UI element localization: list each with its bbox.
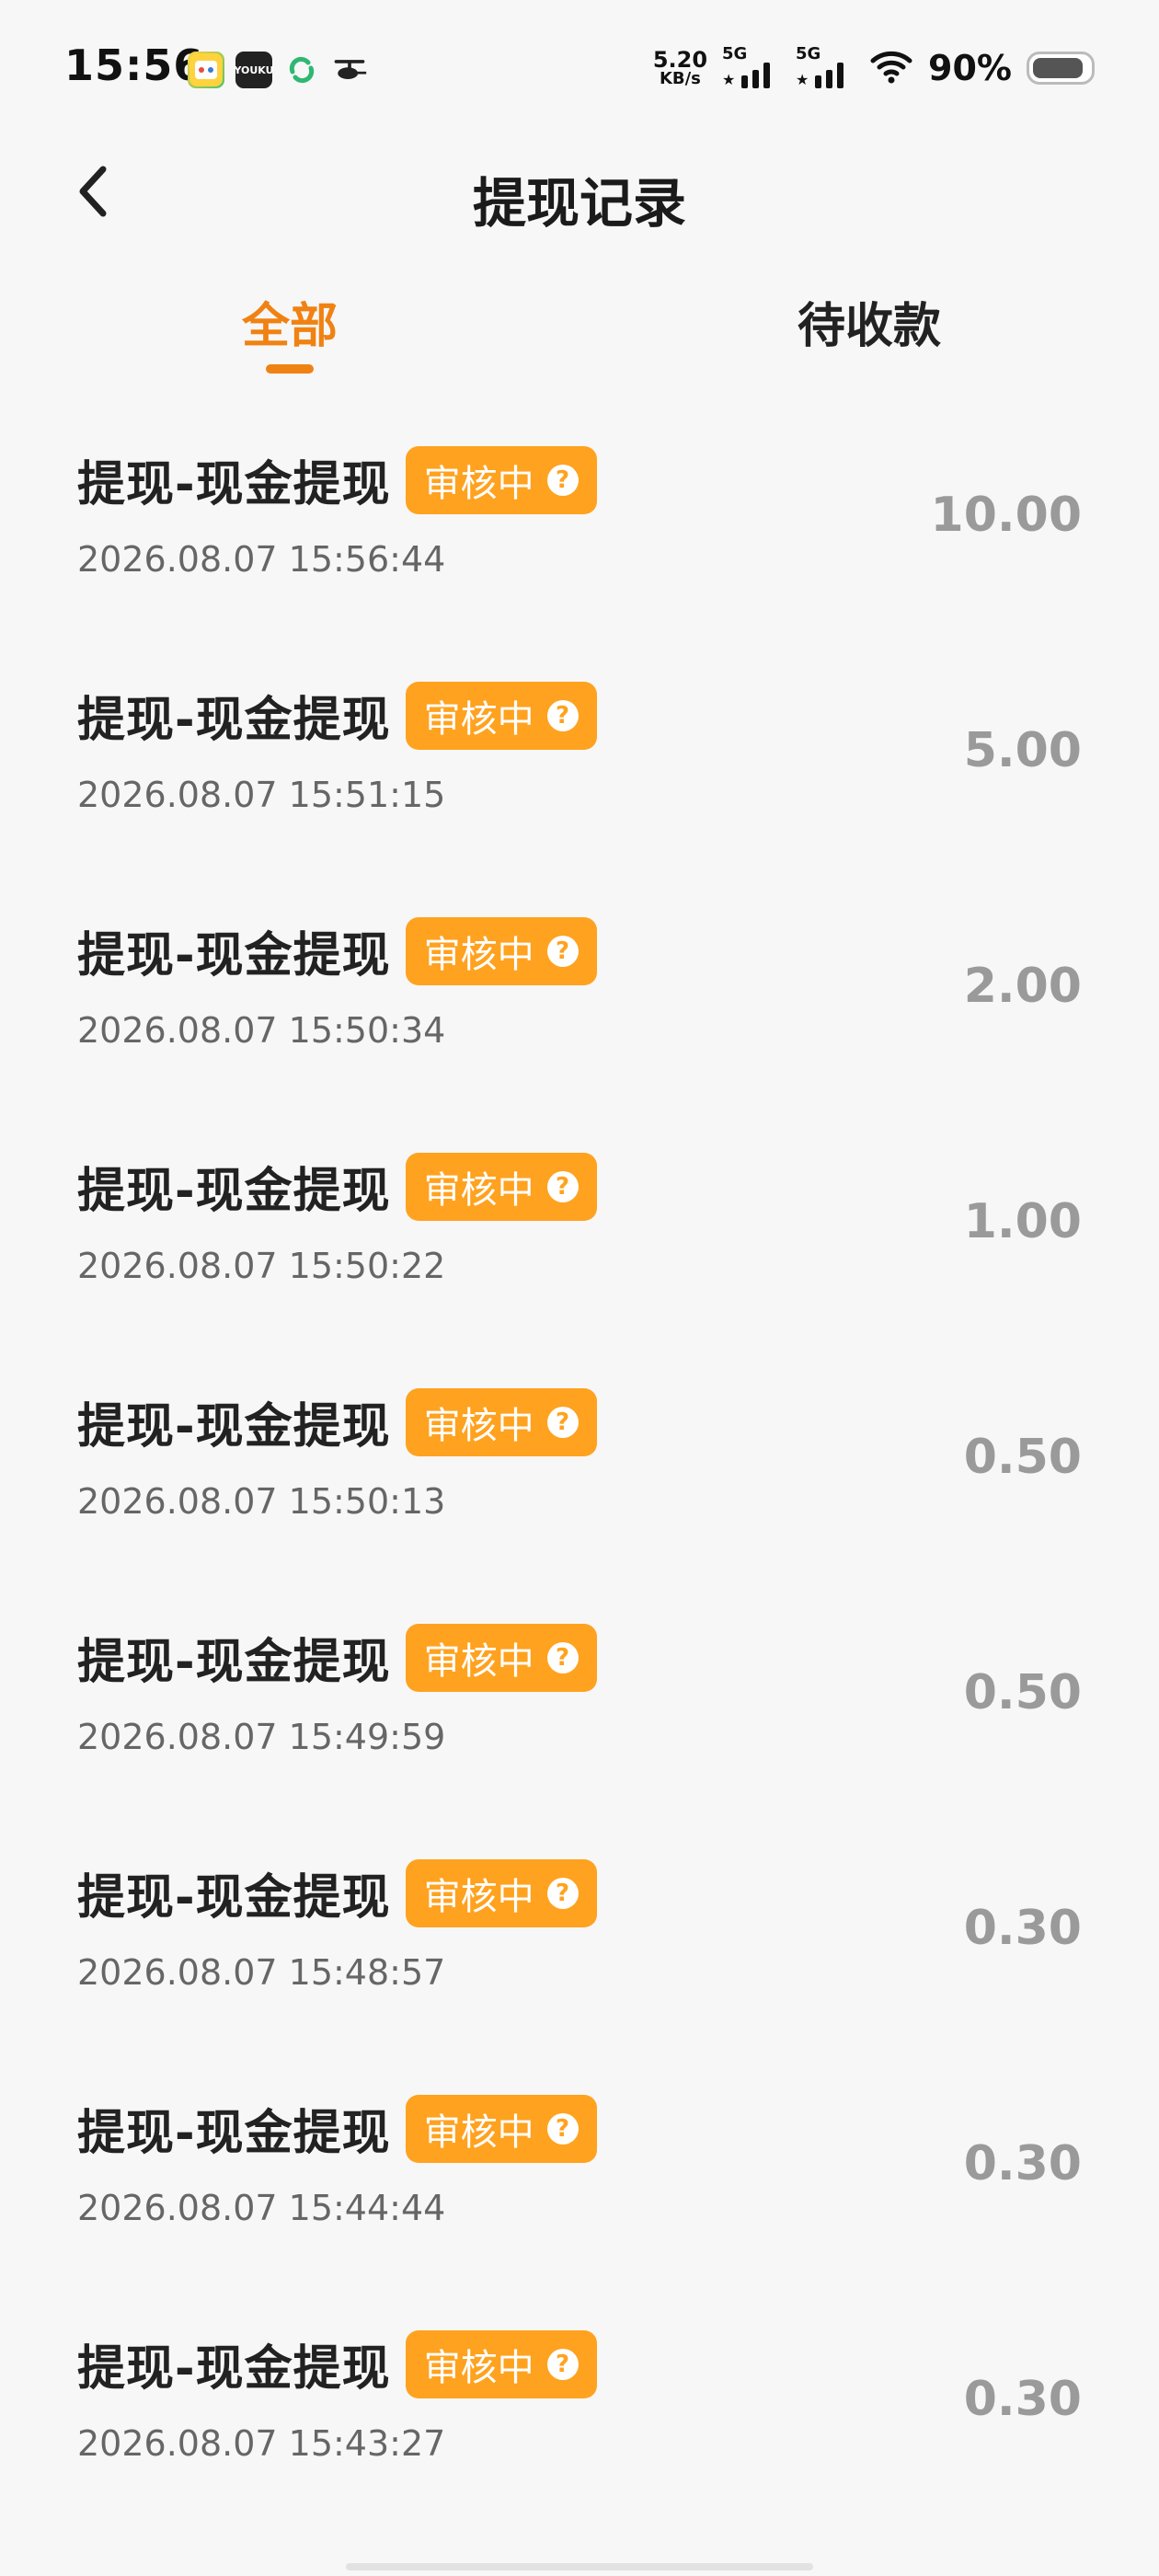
tab-active-indicator xyxy=(266,364,314,374)
status-badge-label: 审核中 xyxy=(423,1639,534,1683)
nav-header: 提现记录 xyxy=(0,138,1159,239)
status-app-icons: YOUKU xyxy=(188,52,368,88)
record-time: 2026.08.07 15:44:44 xyxy=(77,2188,446,2228)
help-icon: ? xyxy=(546,2348,579,2380)
help-icon: ? xyxy=(546,2112,579,2145)
status-badge[interactable]: 审核中? xyxy=(405,681,597,750)
battery-percent: 90% xyxy=(928,48,1012,88)
record-amount: 0.30 xyxy=(963,2372,1082,2427)
help-icon: ? xyxy=(546,699,579,731)
status-badge[interactable]: 审核中? xyxy=(405,2329,597,2398)
help-icon: ? xyxy=(546,464,579,496)
record-row[interactable]: 提现-现金提现 审核中? 2026.08.07 15:50:13 0.50 xyxy=(0,1347,1159,1582)
wifi-icon xyxy=(869,48,913,88)
status-right: 5.20 KB/s 5G ★ 5G ★ 90% xyxy=(653,44,1095,88)
status-badge-label: 审核中 xyxy=(423,2346,534,2389)
record-row[interactable]: 提现-现金提现 审核中? 2026.08.07 15:49:59 0.50 xyxy=(0,1582,1159,1818)
status-badge-label: 审核中 xyxy=(423,1875,534,1918)
record-title: 提现-现金提现 xyxy=(77,693,391,748)
record-time: 2026.08.07 15:50:13 xyxy=(77,1481,446,1522)
sim2-label: 5G xyxy=(796,44,821,63)
page-title: 提现记录 xyxy=(472,172,686,235)
battery-icon xyxy=(1027,52,1095,85)
status-badge-label: 审核中 xyxy=(423,697,534,741)
status-badge[interactable]: 审核中? xyxy=(405,1387,597,1456)
status-badge[interactable]: 审核中? xyxy=(405,1623,597,1692)
status-badge[interactable]: 审核中? xyxy=(405,1152,597,1221)
tab-bar: 全部 待收款 xyxy=(0,276,1159,386)
record-row[interactable]: 提现-现金提现 审核中? 2026.08.07 15:51:15 5.00 xyxy=(0,640,1159,876)
record-amount: 0.30 xyxy=(963,1901,1082,1956)
record-row[interactable]: 提现-现金提现 审核中? 2026.08.07 15:50:22 1.00 xyxy=(0,1111,1159,1347)
help-icon: ? xyxy=(546,1170,579,1202)
tab-pending-receipt[interactable]: 待收款 xyxy=(685,287,1053,356)
status-badge[interactable]: 审核中? xyxy=(405,1858,597,1927)
record-time: 2026.08.07 15:51:15 xyxy=(77,775,446,815)
record-time: 2026.08.07 15:50:34 xyxy=(77,1010,446,1051)
help-icon: ? xyxy=(546,1877,579,1909)
record-title: 提现-现金提现 xyxy=(77,1399,391,1455)
record-title: 提现-现金提现 xyxy=(77,1870,391,1926)
record-title: 提现-现金提现 xyxy=(77,1635,391,1690)
help-icon: ? xyxy=(546,1406,579,1438)
record-row[interactable]: 提现-现金提现 审核中? 2026.08.07 15:56:44 10.00 xyxy=(0,405,1159,640)
status-badge-label: 审核中 xyxy=(423,933,534,976)
status-time: 15:56 xyxy=(64,40,204,90)
record-title: 提现-现金提现 xyxy=(77,928,391,983)
status-badge-label: 审核中 xyxy=(423,2110,534,2154)
sim1-label: 5G xyxy=(722,44,748,63)
status-badge-label: 审核中 xyxy=(423,1168,534,1212)
record-title: 提现-现金提现 xyxy=(77,457,391,512)
youku-icon: YOUKU xyxy=(234,52,274,88)
net-speed-value: 5.20 xyxy=(652,47,708,73)
status-badge[interactable]: 审核中? xyxy=(405,445,597,514)
helicopter-app-icon xyxy=(331,52,368,88)
status-badge[interactable]: 审核中? xyxy=(405,2094,597,2163)
record-title: 提现-现金提现 xyxy=(77,2341,391,2397)
help-icon: ? xyxy=(546,935,579,967)
record-time: 2026.08.07 15:50:22 xyxy=(77,1246,446,1286)
record-amount: 10.00 xyxy=(930,488,1082,543)
record-amount: 5.00 xyxy=(963,723,1082,778)
status-bar: 15:56 YOUKU 5.20 KB/s 5G ★ 5G ★ 90% xyxy=(0,0,1159,138)
record-amount: 2.00 xyxy=(963,959,1082,1014)
record-time: 2026.08.07 15:49:59 xyxy=(77,1717,446,1757)
status-badge-label: 审核中 xyxy=(423,1404,534,1447)
record-title: 提现-现金提现 xyxy=(77,1164,391,1219)
home-indicator[interactable] xyxy=(346,2563,813,2570)
net-speed: 5.20 KB/s xyxy=(653,49,707,87)
signal-sim2-icon: 5G ★ xyxy=(796,44,855,88)
withdrawal-record-list: 提现-现金提现 审核中? 2026.08.07 15:56:44 10.00 提… xyxy=(0,405,1159,2524)
record-row[interactable]: 提现-现金提现 审核中? 2026.08.07 15:48:57 0.30 xyxy=(0,1818,1159,2053)
record-amount: 0.50 xyxy=(963,1665,1082,1720)
record-title: 提现-现金提现 xyxy=(77,2106,391,2161)
sync-app-icon xyxy=(283,52,320,88)
net-speed-unit: KB/s xyxy=(659,69,701,88)
status-badge[interactable]: 审核中? xyxy=(405,916,597,985)
record-row[interactable]: 提现-现金提现 审核中? 2026.08.07 15:50:34 2.00 xyxy=(0,876,1159,1111)
help-icon: ? xyxy=(546,1641,579,1673)
record-amount: 1.00 xyxy=(963,1194,1082,1249)
app-game-icon xyxy=(188,52,224,88)
record-row[interactable]: 提现-现金提现 审核中? 2026.08.07 15:44:44 0.30 xyxy=(0,2053,1159,2289)
record-time: 2026.08.07 15:48:57 xyxy=(77,1952,446,1993)
record-time: 2026.08.07 15:56:44 xyxy=(77,539,446,580)
record-amount: 0.50 xyxy=(963,1430,1082,1485)
youku-icon-label: YOUKU xyxy=(234,63,274,76)
tab-all[interactable]: 全部 xyxy=(106,287,474,356)
signal-sim1-icon: 5G ★ xyxy=(722,44,781,88)
record-amount: 0.30 xyxy=(963,2136,1082,2191)
status-badge-label: 审核中 xyxy=(423,462,534,505)
record-time: 2026.08.07 15:43:27 xyxy=(77,2423,446,2464)
record-row[interactable]: 提现-现金提现 审核中? 2026.08.07 15:43:27 0.30 xyxy=(0,2289,1159,2524)
